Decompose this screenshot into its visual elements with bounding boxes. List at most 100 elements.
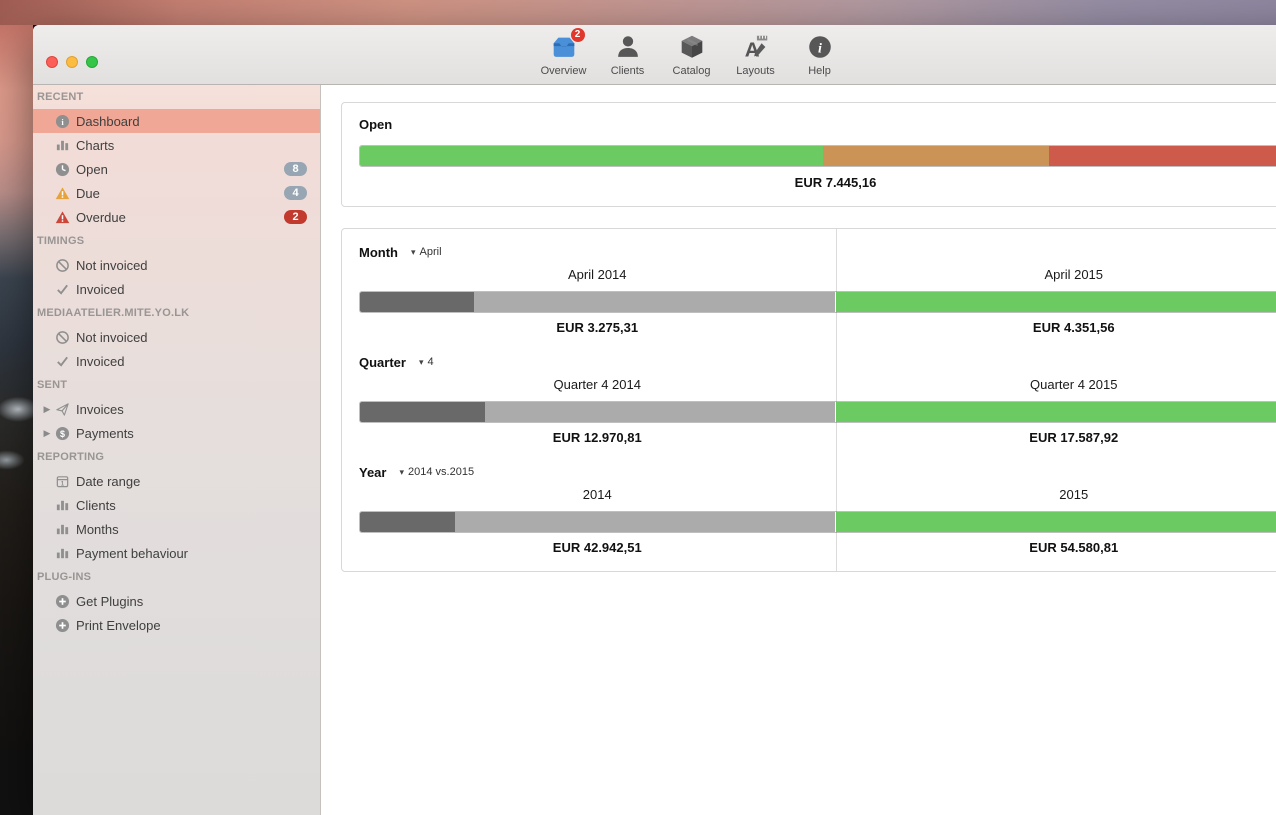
desktop-wallpaper-top [0, 0, 1276, 25]
toolbar-item-label: Help [808, 65, 831, 77]
sidebar-item-label: Due [76, 186, 100, 201]
sidebar-item-label: Overdue [76, 210, 126, 225]
svg-text:$: $ [60, 428, 65, 438]
clock-icon [54, 161, 70, 177]
open-progress-bar [359, 145, 1276, 167]
toolbar-item-overview[interactable]: 2Overview [537, 32, 591, 77]
toolbar: 2Overview Clients Catalog ALayouts i Help [33, 25, 1276, 84]
comparison-values: EUR 12.970,81EUR 17.587,92 [342, 430, 1276, 445]
right-period-bar [836, 291, 1276, 313]
sidebar-item-invoiced[interactable]: Invoiced [33, 277, 320, 301]
quarter-selector[interactable]: ▾4 [419, 356, 434, 368]
sidebar-item-invoices[interactable]: ▶ Invoices [33, 397, 320, 421]
traffic-lights [46, 56, 98, 68]
left-period-bar [359, 401, 836, 423]
right-period-value: EUR 17.587,92 [836, 430, 1276, 445]
chevron-down-icon: ▾ [399, 467, 404, 478]
no-sign-icon [54, 329, 70, 345]
sidebar-item-open[interactable]: Open8 [33, 157, 320, 181]
minimize-button[interactable] [66, 56, 78, 68]
selector-value: April [420, 246, 442, 258]
toolbar-item-label: Clients [611, 65, 645, 77]
left-period-value: EUR 12.970,81 [342, 430, 836, 445]
right-period-value: EUR 4.351,56 [836, 320, 1276, 335]
sidebar-section-title-plug-ins: PLUG-INS [33, 565, 320, 589]
left-period-caption: April 2014 [342, 265, 836, 285]
period-type-label: Year [359, 465, 386, 480]
plus-circle-icon [54, 617, 70, 633]
right-period-bar [836, 511, 1276, 533]
sidebar-item-date-range[interactable]: 1Date range [33, 469, 320, 493]
layouts-icon: A [741, 32, 771, 62]
comparison-bar-row [359, 401, 1276, 423]
comparison-card: Month▾AprilApril 2014April 2015EUR 3.275… [341, 228, 1276, 572]
sidebar-section-title-recent: RECENT [33, 85, 320, 109]
toolbar-item-clients[interactable]: Clients [601, 32, 655, 77]
count-badge: 2 [284, 210, 307, 224]
open-card-title: Open [359, 117, 1276, 132]
sidebar-item-label: Charts [76, 138, 114, 153]
right-period-bar [836, 401, 1276, 423]
left-period-caption: Quarter 4 2014 [342, 375, 836, 395]
sidebar-item-label: Open [76, 162, 108, 177]
close-button[interactable] [46, 56, 58, 68]
toolbar-item-catalog[interactable]: Catalog [665, 32, 719, 77]
sidebar-item-print-envelope[interactable]: Print Envelope [33, 613, 320, 637]
sidebar-item-label: Months [76, 522, 119, 537]
open-bar-segment-due [823, 146, 1049, 166]
bar-chart-icon [54, 521, 70, 537]
comparison-section-header: Quarter ▾4 [342, 351, 1276, 373]
period-type-label: Quarter [359, 355, 406, 370]
paper-plane-icon [54, 401, 70, 417]
sidebar-item-due[interactable]: Due 4 [33, 181, 320, 205]
sidebar-item-payment-behaviour[interactable]: Payment behaviour [33, 541, 320, 565]
titlebar: 2Overview Clients Catalog ALayouts i Help [33, 25, 1276, 85]
comparison-captions: Quarter 4 2014Quarter 4 2015 [342, 375, 1276, 395]
warning-triangle-orange-icon [54, 185, 70, 201]
sidebar-item-clients[interactable]: Clients [33, 493, 320, 517]
count-badge: 4 [284, 186, 307, 200]
sidebar-item-get-plugins[interactable]: Get Plugins [33, 589, 320, 613]
help-icon: i [805, 32, 835, 62]
left-period-value: EUR 42.942,51 [342, 540, 836, 555]
right-period-value: EUR 54.580,81 [836, 540, 1276, 555]
sidebar-item-charts[interactable]: Charts [33, 133, 320, 157]
month-selector[interactable]: ▾April [411, 246, 442, 258]
dollar-circle-icon: $ [54, 425, 70, 441]
sidebar-item-label: Invoices [76, 402, 124, 417]
sidebar-item-label: Payment behaviour [76, 546, 188, 561]
person-icon [613, 32, 643, 62]
year-selector[interactable]: ▾ 2014 vs.2015 [399, 466, 474, 478]
zoom-button[interactable] [86, 56, 98, 68]
toolbar-item-label: Catalog [673, 65, 711, 77]
sidebar-section-title-mediaatelier-mite-yo-lk: MEDIAATELIER.MITE.YO.LK [33, 301, 320, 325]
left-period-caption: 2014 [342, 485, 836, 505]
period-type-label: Month [359, 245, 398, 260]
sidebar-item-months[interactable]: Months [33, 517, 320, 541]
left-period-value: EUR 3.275,31 [342, 320, 836, 335]
comparison-bar-row [359, 511, 1276, 533]
sidebar-item-dashboard[interactable]: iDashboard [33, 109, 320, 133]
sidebar-item-payments[interactable]: ▶$Payments [33, 421, 320, 445]
sidebar-item-overdue[interactable]: Overdue 2 [33, 205, 320, 229]
package-icon [677, 32, 707, 62]
comparison-values: EUR 3.275,31EUR 4.351,56 [342, 320, 1276, 335]
checkmark-icon [54, 281, 70, 297]
open-bar-segment-overdue [1049, 146, 1276, 166]
info-circle-icon: i [54, 113, 70, 129]
disclosure-triangle-icon[interactable]: ▶ [40, 428, 54, 439]
comparison-section-month: Month ▾April April 2014April 2015 EUR 3.275… [342, 231, 1276, 341]
left-period-bar [359, 511, 836, 533]
selector-value: 2014 vs.2015 [408, 466, 474, 478]
app-window: 2OverviewClientsCatalogALayoutsiHelp REC… [33, 25, 1276, 815]
sidebar-item-not-invoiced[interactable]: Not invoiced [33, 325, 320, 349]
right-period-caption: April 2015 [836, 265, 1276, 285]
sidebar-item-invoiced[interactable]: Invoiced [33, 349, 320, 373]
toolbar-item-layouts[interactable]: ALayouts [729, 32, 783, 77]
toolbar-item-label: Overview [541, 65, 587, 77]
toolbar-item-help[interactable]: i Help [793, 32, 847, 77]
bar-chart-icon [54, 137, 70, 153]
plus-circle-icon [54, 593, 70, 609]
disclosure-triangle-icon[interactable]: ▶ [40, 404, 54, 415]
sidebar-item-not-invoiced[interactable]: Not invoiced [33, 253, 320, 277]
